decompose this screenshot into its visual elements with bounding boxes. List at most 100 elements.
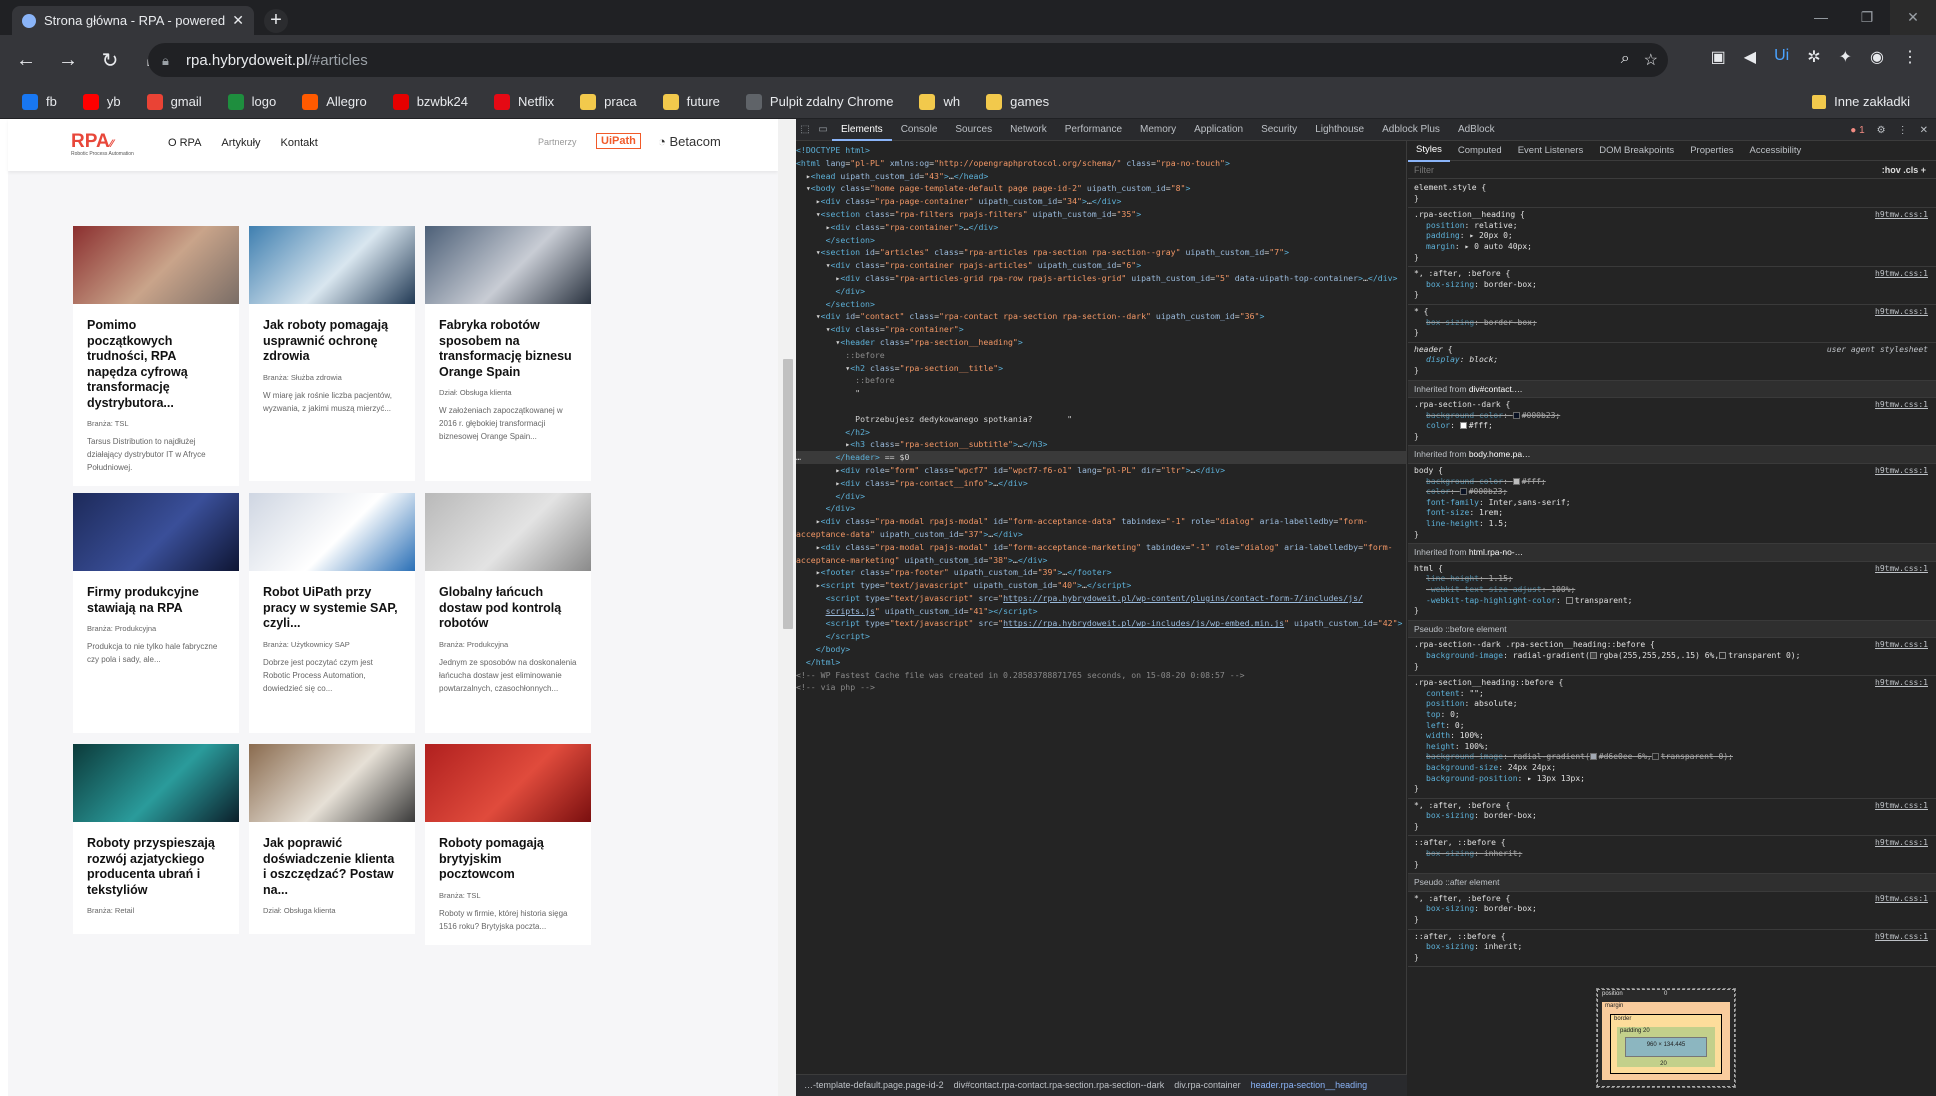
filter-controls[interactable]: :hov .cls + xyxy=(1882,161,1926,179)
dom-line[interactable] xyxy=(796,400,1406,413)
article-card[interactable]: Firmy produkcyjne stawiają na RPA Branża:… xyxy=(73,493,239,733)
dom-line[interactable]: </html> xyxy=(796,656,1406,669)
styles-tab-dom-breakpoints[interactable]: DOM Breakpoints xyxy=(1591,141,1682,161)
css-rule[interactable]: h9tmw.css:1 *, :after, :before { box-sizi… xyxy=(1408,799,1936,837)
dom-line[interactable]: </script> xyxy=(796,630,1406,643)
dom-line[interactable]: ▸<div class="rpa-contact__info">…</div> xyxy=(796,477,1406,490)
css-rule[interactable]: h9tmw.css:1 .rpa-section--dark { backgrou… xyxy=(1408,398,1936,447)
breadcrumb-item[interactable]: header.rpa-section__heading xyxy=(1251,1080,1368,1090)
article-title[interactable]: Jak roboty pomagają usprawnić ochronę zd… xyxy=(249,304,415,365)
profile-avatar-icon[interactable]: ◉ xyxy=(1870,47,1884,67)
article-title[interactable]: Roboty pomagają brytyjskim pocztowcom xyxy=(425,822,591,883)
menu-icon[interactable]: ⋮ xyxy=(1902,47,1918,67)
dom-line[interactable]: </body> xyxy=(796,643,1406,656)
bookmark-star-icon[interactable]: ☆ xyxy=(1644,50,1658,70)
site-logo[interactable]: RPA⁄⁄ Robotic Process Automation xyxy=(71,131,145,161)
breadcrumb-item[interactable]: div#contact.rpa-contact.rpa-section.rpa-… xyxy=(954,1080,1165,1090)
devtools-settings-icon[interactable]: ⚙ xyxy=(1877,125,1886,136)
css-rule[interactable]: h9tmw.css:1 html { line-height: 1.15; -we… xyxy=(1408,562,1936,621)
article-title[interactable]: Roboty przyspieszają rozwój azjatyckiego… xyxy=(73,822,239,898)
gear-extension-icon[interactable]: ✲ xyxy=(1807,47,1820,67)
css-rule[interactable]: h9tmw.css:1 * { box-sizing: border-box;} xyxy=(1408,305,1936,343)
css-rule[interactable]: h9tmw.css:1 *, :after, :before { box-sizi… xyxy=(1408,892,1936,930)
dom-line[interactable]: ▾<div class="rpa-container"> xyxy=(796,323,1406,336)
dom-line[interactable]: </h2> xyxy=(796,426,1406,439)
dom-line[interactable]: </section> xyxy=(796,234,1406,247)
dom-line[interactable]: ▾<header class="rpa-section__heading"> xyxy=(796,336,1406,349)
menu-item-artykuly[interactable]: Artykuły xyxy=(221,137,260,149)
article-title[interactable]: Pomimo początkowych trudności, RPA napęd… xyxy=(73,304,239,411)
dom-line[interactable]: ::before xyxy=(796,349,1406,362)
dom-line[interactable]: ▾<div class="rpa-container rpajs-article… xyxy=(796,259,1406,272)
menu-item-o-rpa[interactable]: O RPA xyxy=(168,137,201,149)
other-bookmarks[interactable]: Inne zakładki xyxy=(1812,94,1910,109)
devtools-tab-adblock-plus[interactable]: Adblock Plus xyxy=(1373,119,1449,141)
dom-line[interactable]: <html lang="pl-PL" xmlns:og="http://open… xyxy=(796,157,1406,170)
article-thumbnail[interactable] xyxy=(249,226,415,304)
inspect-icon[interactable]: ⬚ xyxy=(796,124,814,135)
devtools-tab-performance[interactable]: Performance xyxy=(1056,119,1131,141)
dom-line[interactable]: ▸<div class="rpa-modal rpajs-modal" id="… xyxy=(796,541,1406,554)
dom-line[interactable]: </div> xyxy=(796,502,1406,515)
minimize-icon[interactable]: — xyxy=(1798,0,1844,35)
devtools-tab-application[interactable]: Application xyxy=(1185,119,1252,141)
dom-line[interactable]: ▾<h2 class="rpa-section__title"> xyxy=(796,362,1406,375)
close-tab-icon[interactable]: ✕ xyxy=(232,12,244,29)
device-toolbar-icon[interactable]: ▭ xyxy=(814,124,832,135)
puzzle-icon[interactable]: ✦ xyxy=(1839,47,1852,67)
dom-line[interactable]: acceptance-marketing" uipath_custom_id="… xyxy=(796,554,1406,567)
dom-line[interactable]: ▾<div id="contact" class="rpa-contact rp… xyxy=(796,310,1406,323)
dom-line[interactable]: <script type="text/javascript" src="http… xyxy=(796,592,1406,605)
dom-line[interactable]: </section> xyxy=(796,298,1406,311)
bookmark-5[interactable]: bzwbk24 xyxy=(392,93,468,110)
article-title[interactable]: Firmy produkcyjne stawiają na RPA xyxy=(73,571,239,616)
devtools-tab-console[interactable]: Console xyxy=(892,119,947,141)
styles-tab-properties[interactable]: Properties xyxy=(1682,141,1741,161)
css-rule[interactable]: element.style {} xyxy=(1408,181,1936,209)
article-thumbnail[interactable] xyxy=(73,493,239,571)
dom-line[interactable]: ▸<div class="rpa-container">…</div> xyxy=(796,221,1406,234)
bookmark-9[interactable]: Pulpit zdalny Chrome xyxy=(745,93,893,110)
menu-item-kontakt[interactable]: Kontakt xyxy=(281,137,318,149)
uipath-extension-icon[interactable]: Ui xyxy=(1774,47,1789,67)
styles-tab-styles[interactable]: Styles xyxy=(1408,141,1450,162)
bookmark-4[interactable]: Allegro xyxy=(302,93,367,110)
article-title[interactable]: Globalny łańcuch dostaw pod kontrolą rob… xyxy=(425,571,591,632)
article-card[interactable]: Fabryka robotów sposobem na transformacj… xyxy=(425,226,591,481)
error-badge[interactable]: ● 1 xyxy=(1850,125,1864,136)
dom-line[interactable]: <!DOCTYPE html> xyxy=(796,144,1406,157)
restore-icon[interactable]: ❐ xyxy=(1844,0,1890,35)
article-thumbnail[interactable] xyxy=(425,493,591,571)
article-card[interactable]: Pomimo początkowych trudności, RPA napęd… xyxy=(73,226,239,486)
article-thumbnail[interactable] xyxy=(425,744,591,822)
css-rule[interactable]: h9tmw.css:1 *, :after, :before { box-sizi… xyxy=(1408,267,1936,305)
devtools-tab-elements[interactable]: Elements xyxy=(832,119,892,141)
bookmark-0[interactable]: fb xyxy=(22,93,57,110)
article-card[interactable]: Robot UiPath przy pracy w systemie SAP, … xyxy=(249,493,415,733)
bookmark-10[interactable]: wh xyxy=(919,93,960,110)
article-title[interactable]: Jak poprawić doświadczenie klienta i osz… xyxy=(249,822,415,898)
article-card[interactable]: Roboty pomagają brytyjskim pocztowcom Bra… xyxy=(425,744,591,945)
dom-line[interactable]: " xyxy=(796,387,1406,400)
dom-line[interactable]: ▸<div class="rpa-page-container" uipath_… xyxy=(796,195,1406,208)
dom-line-selected[interactable]: … </header> == $0 xyxy=(796,451,1406,464)
devtools-tab-adblock[interactable]: AdBlock xyxy=(1449,119,1504,141)
devtools-tab-sources[interactable]: Sources xyxy=(946,119,1001,141)
devtools-close-icon[interactable]: ✕ xyxy=(1920,125,1928,136)
dom-line[interactable]: ▾<section id="articles" class="rpa-artic… xyxy=(796,246,1406,259)
css-rule[interactable]: h9tmw.css:1 .rpa-section--dark .rpa-secti… xyxy=(1408,638,1936,677)
dom-line[interactable]: ▸<div class="rpa-modal rpajs-modal" id="… xyxy=(796,515,1406,528)
css-rule[interactable]: h9tmw.css:1 body { background-color: #fff… xyxy=(1408,464,1936,545)
dom-line[interactable]: </div> xyxy=(796,490,1406,503)
dom-line[interactable]: ▸<div role="form" class="wpcf7" id="wpcf… xyxy=(796,464,1406,477)
article-thumbnail[interactable] xyxy=(425,226,591,304)
browser-tab[interactable]: Strona główna - RPA - powered l ✕ xyxy=(12,6,254,35)
dom-line[interactable]: scripts.js" uipath_custom_id="41"></scri… xyxy=(796,605,1406,618)
betacom-logo[interactable]: ◔ Betacom xyxy=(658,134,721,149)
reload-icon[interactable]: ↻ xyxy=(94,48,126,73)
devtools-tab-network[interactable]: Network xyxy=(1001,119,1056,141)
article-title[interactable]: Fabryka robotów sposobem na transformacj… xyxy=(425,304,591,380)
page-scrollbar-thumb[interactable] xyxy=(783,359,793,629)
article-thumbnail[interactable] xyxy=(249,493,415,571)
dom-line[interactable]: ▾<body class="home page-template-default… xyxy=(796,182,1406,195)
